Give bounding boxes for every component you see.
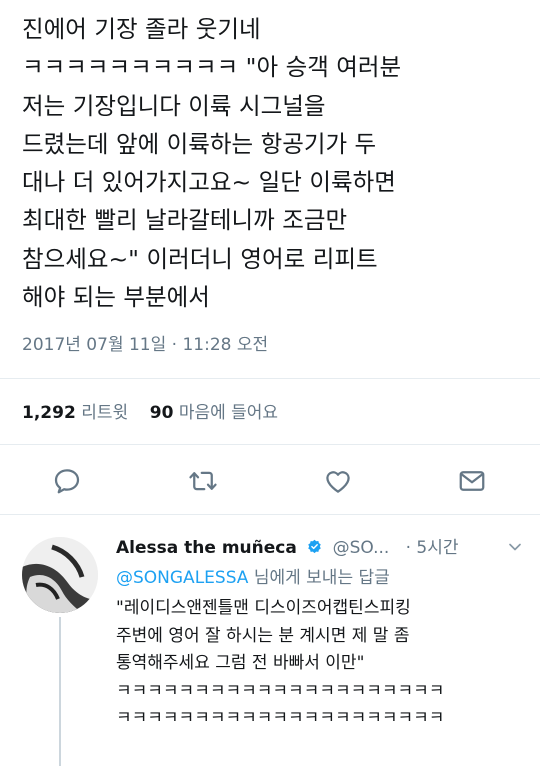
reply-line: ㅋㅋㅋㅋㅋㅋㅋㅋㅋㅋㅋㅋㅋㅋㅋㅋㅋㅋㅋㅋㅋ (116, 708, 445, 728)
tweet-line: 대나 더 있어가지고요~ 일단 이륙하면 (22, 168, 396, 197)
mention-link[interactable]: @SONGALESSA (116, 568, 248, 588)
retweet-button[interactable] (188, 466, 218, 496)
divider (0, 514, 540, 515)
divider (0, 378, 540, 379)
retweet-count: 1,292 (22, 403, 76, 423)
reply-author-handle[interactable]: @SO... (333, 538, 390, 558)
reply-line: ㅋㅋㅋㅋㅋㅋㅋㅋㅋㅋㅋㅋㅋㅋㅋㅋㅋㅋㅋㅋㅋ (116, 680, 445, 701)
tweet-line: 진에어 기장 졸라 웃기네 (22, 15, 261, 43)
tweet-line: 저는 기장입니다 이륙 시그널을 (22, 91, 326, 120)
like-stat[interactable]: 90 마음에 들어요 (150, 403, 278, 423)
like-button[interactable] (323, 466, 353, 496)
tweet-line: ㅋㅋㅋㅋㅋㅋㅋㅋㅋㅋ "아 승객 여러분 (22, 53, 402, 82)
reply-header: Alessa the muñeca @SO... · 5시간 (116, 535, 531, 561)
reply-icon (54, 469, 80, 494)
reply-author-name[interactable]: Alessa the muñeca (116, 538, 297, 558)
share-icon (459, 471, 485, 491)
reply-line: "레이디스앤젠틀맨 디스이즈어캡틴스피킹 (116, 598, 411, 618)
reply-line: 통역해주세요 그럼 전 바빠서 이만" (116, 653, 365, 673)
tweet-line: 참으세요~" 이러더니 영어로 리피트 (22, 244, 378, 273)
verified-badge-icon (306, 537, 323, 563)
retweet-stat[interactable]: 1,292 리트윗 (22, 403, 128, 423)
separator-dot: · (405, 538, 411, 558)
reply-button[interactable] (52, 466, 82, 496)
reply-time: 5시간 (416, 538, 459, 558)
reply-tweet[interactable]: Alessa the muñeca @SO... · 5시간 @SONGALES… (0, 523, 540, 766)
retweet-icon (189, 471, 217, 491)
tweet-timestamp: 2017년 07월 11일 · 11:28 오전 (22, 335, 269, 355)
reply-body: Alessa the muñeca @SO... · 5시간 @SONGALES… (116, 535, 531, 733)
chevron-down-icon[interactable] (505, 537, 525, 565)
like-label: 마음에 들어요 (178, 403, 279, 423)
reply-text: "레이디스앤젠틀맨 디스이즈어캡틴스피킹 주변에 영어 잘 하시는 분 계시면 … (116, 595, 531, 733)
divider (0, 444, 540, 445)
tweet-text: 진에어 기장 졸라 웃기네 ㅋㅋㅋㅋㅋㅋㅋㅋㅋㅋ "아 승객 여러분 저는 기장… (22, 10, 527, 316)
share-button[interactable] (457, 466, 487, 496)
tweet-actions (0, 456, 540, 508)
tweet-stats: 1,292 리트윗 90 마음에 들어요 (22, 398, 278, 423)
tweet-line: 최대한 빨리 날라갈테니까 조금만 (22, 206, 348, 235)
tweet-line: 드렸는데 앞에 이륙하는 항공기가 두 (22, 129, 377, 158)
avatar[interactable] (22, 537, 98, 613)
thread-line (59, 617, 61, 766)
replying-to-label: 님에게 보내는 답글 (248, 568, 390, 588)
tweet-line: 해야 되는 부분에서 (22, 283, 210, 312)
avatar-image (22, 537, 98, 613)
like-icon (326, 471, 350, 493)
reply-line: 주변에 영어 잘 하시는 분 계시면 제 말 좀 (116, 625, 410, 646)
replying-to: @SONGALESSA 님에게 보내는 답글 (116, 565, 531, 591)
retweet-label: 리트윗 (81, 403, 129, 423)
like-count: 90 (149, 403, 174, 423)
